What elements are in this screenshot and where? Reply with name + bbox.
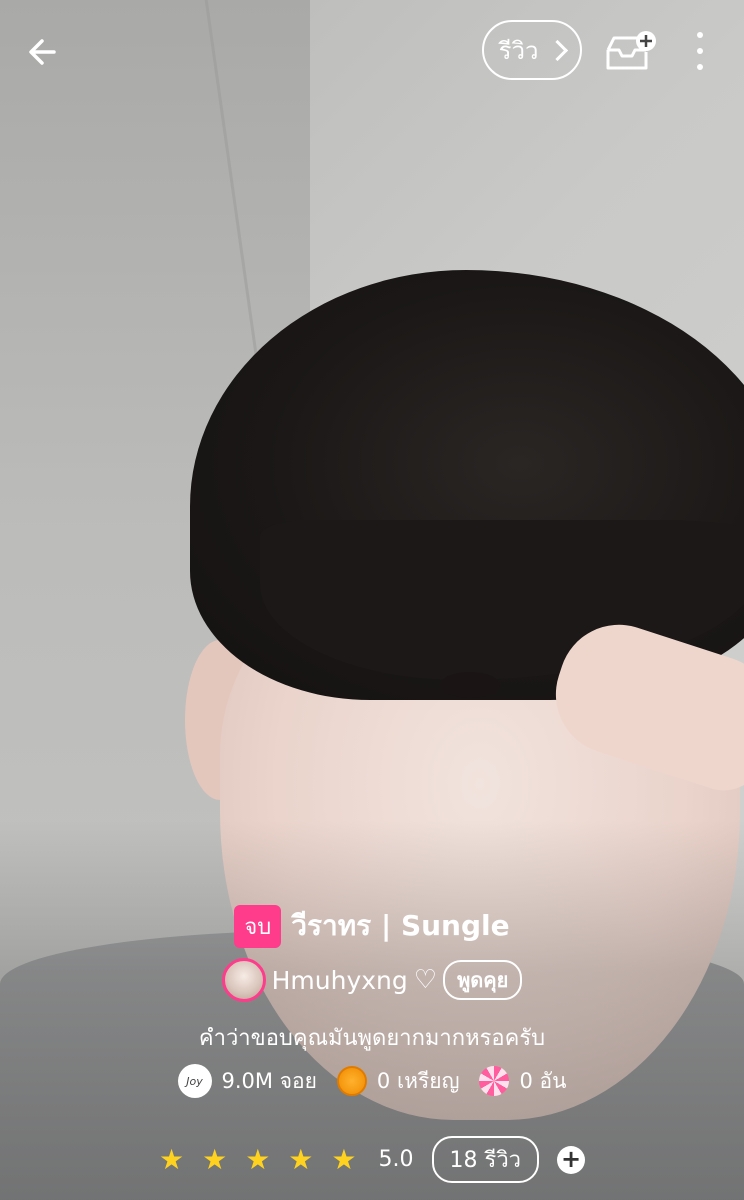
joy-stat: Joy 9.0M จอย <box>177 1064 317 1098</box>
chevron-right-icon <box>547 39 569 61</box>
author-avatar[interactable] <box>221 958 266 1002</box>
star-icon: ★ <box>158 1142 185 1176</box>
inbox-plus-icon <box>606 31 656 70</box>
candy-count: 0 อัน <box>519 1068 567 1093</box>
candy-stat: 0 อัน <box>479 1065 566 1098</box>
title-row: จบ วีราทร | Sungle <box>0 904 744 948</box>
joy-count: 9.0M จอย <box>221 1068 317 1093</box>
star-icon: ★ <box>288 1142 314 1176</box>
coin-stat: 0 เหรียญ <box>336 1065 460 1098</box>
add-review-button[interactable]: + <box>557 1145 586 1174</box>
reviews-count-button[interactable]: 18 รีวิว <box>431 1136 540 1183</box>
coin-count: 0 เหรียญ <box>376 1068 460 1093</box>
cover-eye <box>440 672 500 698</box>
rating-score: 5.0 <box>378 1147 414 1172</box>
star-icon: ★ <box>202 1142 228 1176</box>
story-cover-screen: รีวิว จบ วีราทร | Sungle Hmuhyxng ♡ พูดค… <box>0 0 744 1200</box>
kebab-dot <box>697 32 703 38</box>
arrow-left-icon <box>29 39 56 65</box>
story-title: วีราทร | Sungle <box>291 909 510 942</box>
stats-row: Joy 9.0M จอย 0 เหรียญ 0 อัน <box>0 1064 744 1098</box>
kebab-dot <box>697 48 703 54</box>
status-badge: จบ <box>234 904 282 948</box>
review-button-label: รีวิว <box>498 36 539 65</box>
back-button[interactable] <box>24 32 64 72</box>
talk-button[interactable]: พูดคุย <box>443 960 523 1000</box>
rating-row: ★ ★ ★ ★ ★ 5.0 18 รีวิว + <box>0 1136 744 1183</box>
coin-icon <box>336 1066 367 1096</box>
review-button[interactable]: รีวิว <box>482 20 582 80</box>
heart-icon[interactable]: ♡ <box>414 965 437 995</box>
story-description: คำว่าขอบคุณมันพูดยากมากหรอครับ <box>198 1026 546 1051</box>
joy-icon: Joy <box>177 1064 212 1098</box>
kebab-dot <box>697 64 703 70</box>
star-icon: ★ <box>245 1142 271 1176</box>
star-icon: ★ <box>331 1142 357 1176</box>
candy-icon <box>479 1066 510 1096</box>
author-name[interactable]: Hmuhyxng <box>272 966 408 995</box>
more-options-button[interactable] <box>690 32 710 70</box>
author-row: Hmuhyxng ♡ พูดคุย <box>0 958 744 1002</box>
add-to-shelf-button[interactable] <box>604 30 656 74</box>
